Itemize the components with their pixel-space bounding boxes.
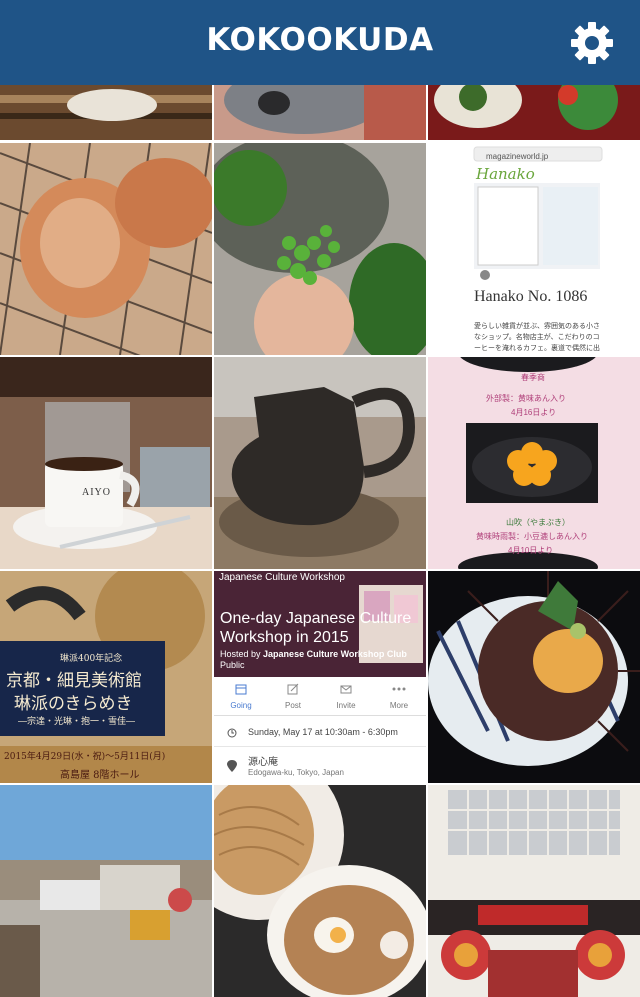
poster-text-3: 琳派のきらめき xyxy=(14,694,133,714)
event-host-label: Hosted by xyxy=(220,649,261,659)
edit-icon xyxy=(287,683,299,695)
poster-text-2: 京都・細見美術館 xyxy=(6,671,142,691)
uni-text-3: 4月16日より xyxy=(511,408,557,417)
hanako-logo: Hanako xyxy=(476,165,535,183)
hanako-body: 愛らしい雑貨が並ぶ、雰囲気のある小さなショップ。名物店主が、こだわりのコーヒーを… xyxy=(474,323,600,352)
event-date: Sunday, May 17 at 10:30am - 6:30pm xyxy=(248,727,398,737)
photo-rinpa-poster[interactable]: 琳派400年記念 京都・細見美術館 琳派のきらめき ―宗達・光琳・抱一・雪佳― … xyxy=(0,571,212,783)
event-title-line2: Workshop in 2015 xyxy=(220,629,349,646)
photo-fish[interactable] xyxy=(214,85,426,140)
uni-text-5: 黄味時雨製：小豆漉しあん入り xyxy=(476,532,588,541)
gear-icon[interactable] xyxy=(568,19,616,67)
poster-text-1: 琳派400年記念 xyxy=(60,654,123,664)
event-host: Hosted by Japanese Culture Workshop Club xyxy=(220,649,407,659)
event-action-bar: Going Post Invite More xyxy=(214,677,426,716)
uni-text-6: 4月10日より xyxy=(508,546,554,555)
photo-green-berries[interactable] xyxy=(214,143,426,355)
going-button[interactable]: Going xyxy=(216,684,266,710)
photo-event-screenshot[interactable]: Japanese Culture Workshop One-day Japane… xyxy=(214,571,426,783)
coffee-cup-text: AIYO xyxy=(82,487,111,498)
event-address: Edogawa-ku, Tokyo, Japan xyxy=(248,768,344,777)
post-button[interactable]: Post xyxy=(268,683,318,710)
event-privacy: Public xyxy=(220,660,245,670)
photo-theater-stage[interactable] xyxy=(428,785,640,997)
hanako-url: magazineworld.jp xyxy=(486,152,549,161)
photo-sea-urchin[interactable] xyxy=(428,571,640,783)
uni-text-4: 山吹（やまぶき） xyxy=(506,518,570,527)
photo-uni-menu[interactable]: 春季商 外部製：黄味あん入り 4月16日より 山吹（やまぶき） 黄味時雨製：小豆… xyxy=(428,357,640,569)
event-venue: 源心庵 xyxy=(248,757,278,768)
photo-table[interactable] xyxy=(0,85,212,140)
poster-text-4: ―宗達・光琳・抱一・雪佳― xyxy=(18,717,136,727)
event-title-line1: One-day Japanese Culture xyxy=(220,610,412,627)
envelope-icon xyxy=(340,685,352,694)
event-date-row: Sunday, May 17 at 10:30am - 6:30pm xyxy=(214,724,426,747)
location-pin-icon xyxy=(227,760,237,772)
going-label: Going xyxy=(230,701,252,710)
event-group: Japanese Culture Workshop xyxy=(219,572,345,583)
uni-text-1: 春季商 xyxy=(521,373,545,382)
clock-icon xyxy=(227,728,237,738)
photo-coffee[interactable]: AIYO xyxy=(0,357,212,569)
hanako-caption: Hanako No. 1086 xyxy=(474,288,588,305)
photo-tsukemen[interactable] xyxy=(214,785,426,997)
more-label: More xyxy=(389,701,409,710)
uni-text-2: 外部製：黄味あん入り xyxy=(486,394,566,403)
poster-text-5: 2015年4月29日(水・祝)～5月11日(月) xyxy=(4,752,166,762)
event-host-name: Japanese Culture Workshop Club xyxy=(263,649,407,659)
more-icon xyxy=(392,687,406,691)
event-location-row: 源心庵 Edogawa-ku, Tokyo, Japan xyxy=(214,751,426,783)
app-header: KOKOOKUDA xyxy=(0,0,640,85)
invite-label: Invite xyxy=(336,701,356,710)
photo-clay-pitcher[interactable] xyxy=(214,357,426,569)
photo-vegetables[interactable] xyxy=(428,85,640,140)
more-button[interactable]: More xyxy=(374,687,424,710)
app-title: KOKOOKUDA xyxy=(206,22,434,58)
photo-fish-market[interactable] xyxy=(0,785,212,997)
invite-button[interactable]: Invite xyxy=(321,685,371,710)
calendar-icon xyxy=(235,684,247,695)
poster-text-6: 高島屋 8階ホール xyxy=(60,770,140,781)
post-label: Post xyxy=(284,701,301,710)
photo-hanako-web[interactable]: magazineworld.jp Hanako Hanako No. 1086 … xyxy=(428,143,640,355)
photo-fried-food[interactable] xyxy=(0,143,212,355)
